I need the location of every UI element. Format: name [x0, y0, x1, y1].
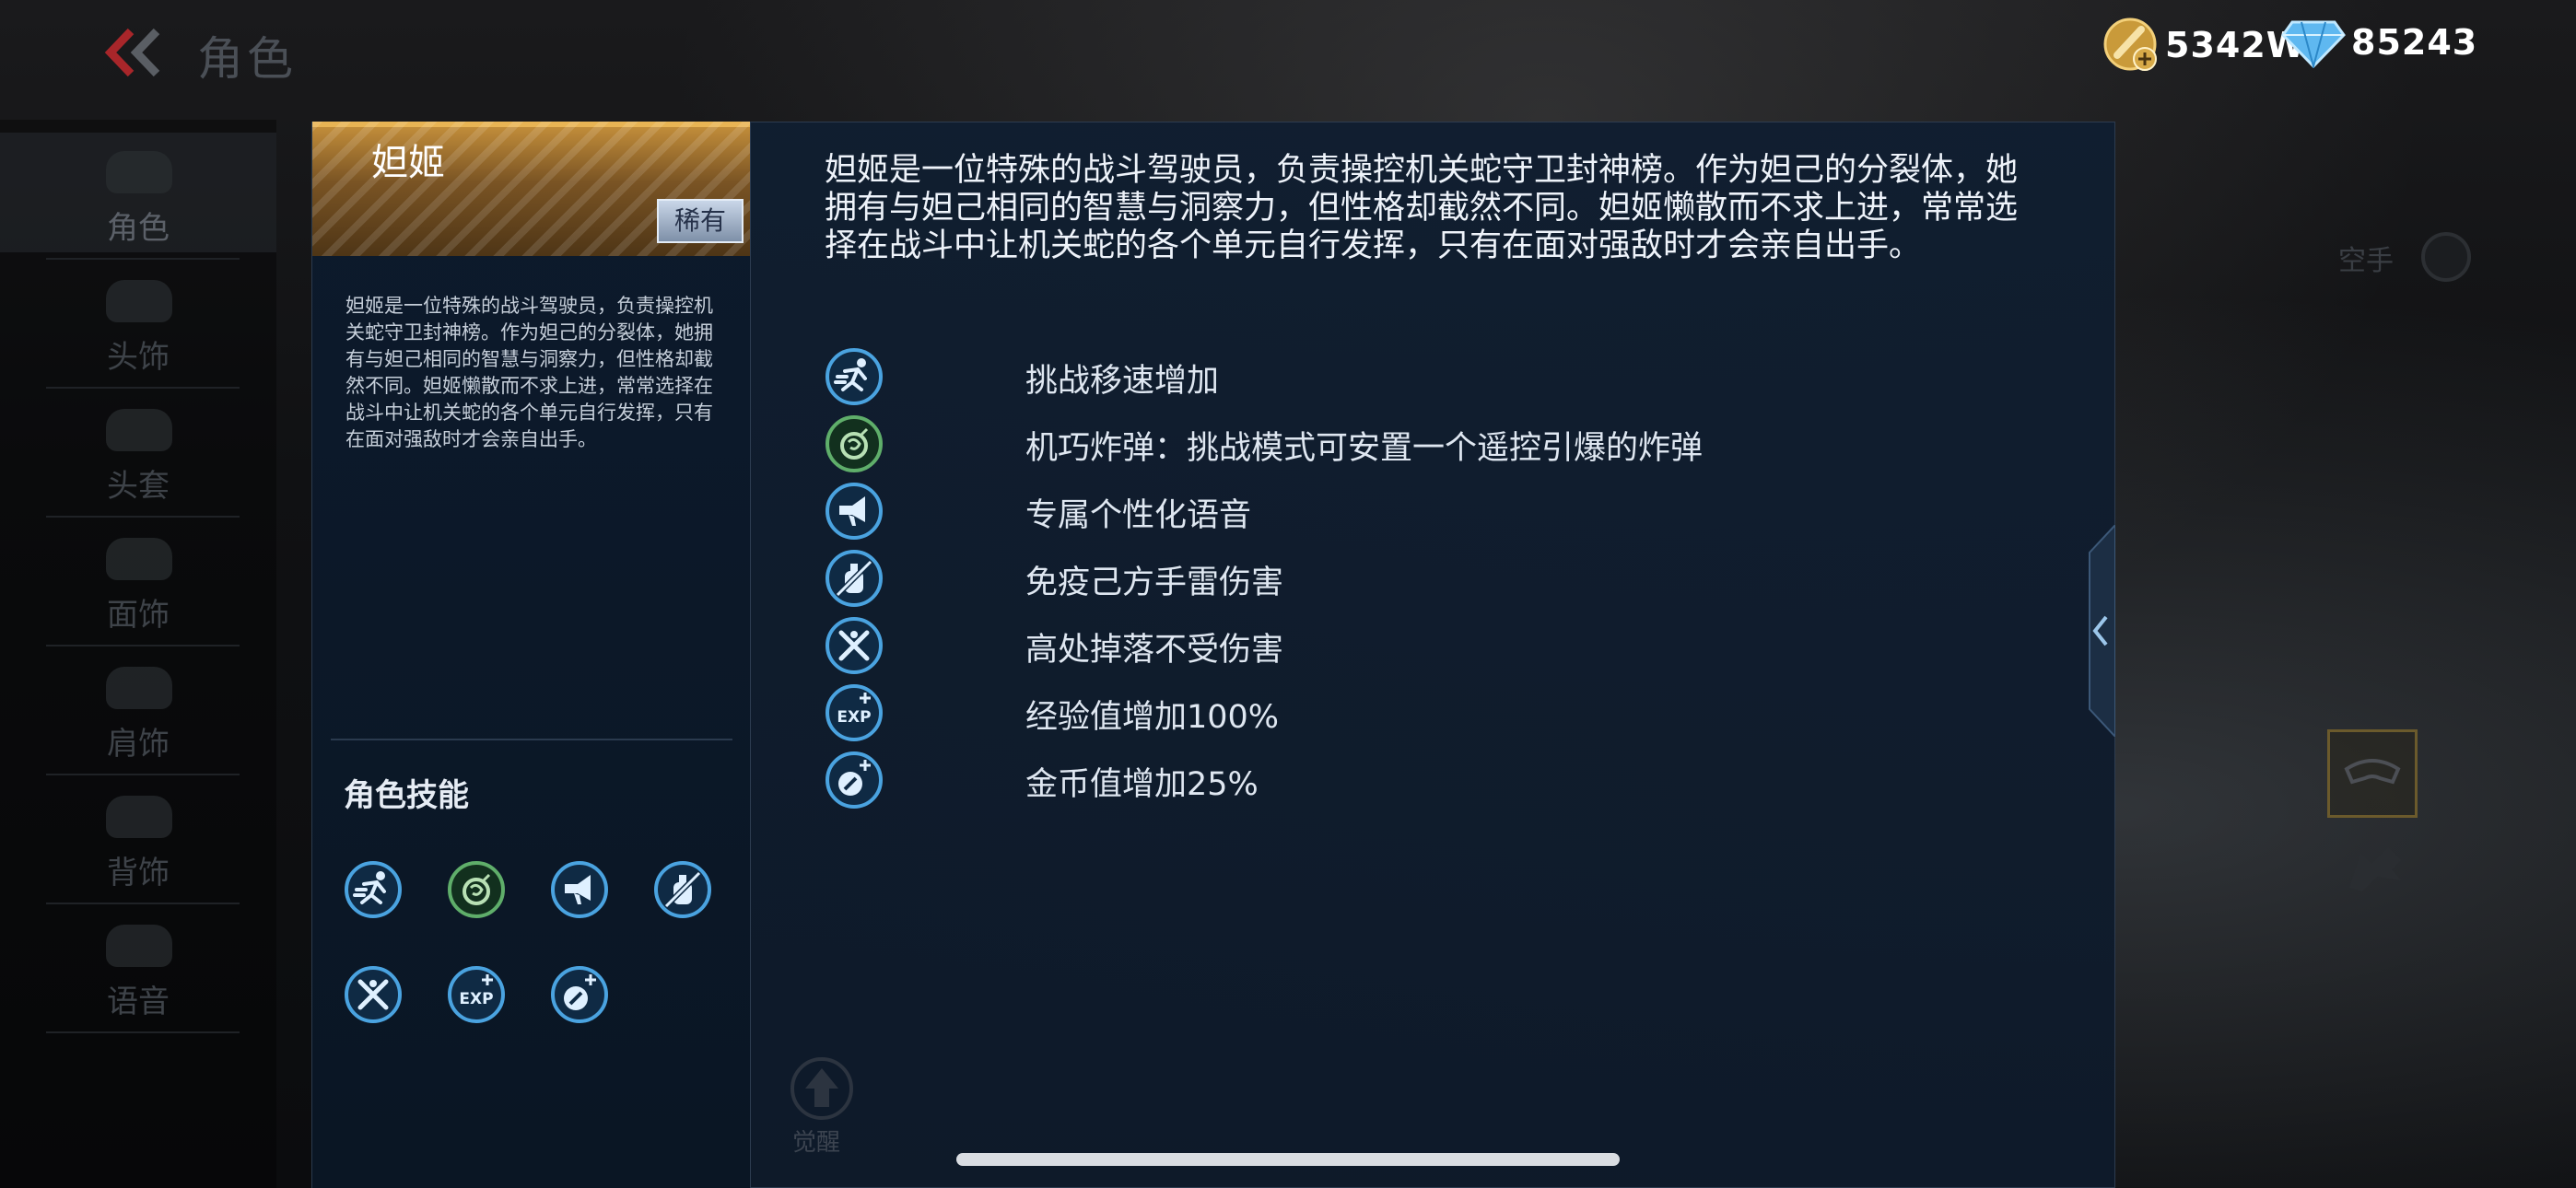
diamond-currency[interactable]: 85243	[2281, 17, 2477, 68]
skill-text: 高处掉落不受伤害	[1025, 632, 1284, 669]
sidebar-item-shoulder[interactable]: 肩饰	[0, 648, 276, 768]
skill-text: 专属个性化语音	[1025, 497, 1252, 534]
divider	[46, 387, 240, 389]
card-header: 妲姬 稀有	[312, 122, 751, 256]
divider	[46, 903, 240, 904]
sidebar-item-headwear[interactable]: 头饰	[0, 262, 276, 381]
detail-panel: 妲姬是一位特殊的战斗驾驶员，负责操控机关蛇守卫封神榜。作为妲己的分裂体，她拥有与…	[750, 122, 2115, 1188]
skills-title: 角色技能	[344, 777, 469, 814]
collapse-panel-tab[interactable]	[2080, 525, 2115, 737]
sidebar-item-mask[interactable]: 面饰	[0, 519, 276, 639]
back-icon	[106, 796, 172, 838]
cat-head-icon	[106, 151, 172, 193]
awaken-label: 觉醒	[792, 1129, 841, 1157]
home-indicator-bar[interactable]	[956, 1153, 1620, 1166]
sidebar-item-headgear[interactable]: 头套	[0, 390, 276, 510]
diamond-amount: 85243	[2351, 22, 2478, 63]
svg-text:EXP: EXP	[459, 990, 493, 1008]
skill-row: EXP 经验值增加100%	[825, 680, 1930, 746]
shoulder-icon	[106, 667, 172, 709]
skill-text: 挑战移速增加	[1025, 363, 1220, 400]
svg-text:EXP: EXP	[837, 708, 871, 727]
skill-row: 免疫己方手雷伤害	[825, 545, 1930, 611]
goggles-icon	[2344, 759, 2401, 785]
skill-row: 机巧炸弹：挑战模式可安置一个遥控引爆的炸弹	[825, 411, 1930, 477]
divider	[46, 1031, 240, 1033]
grenade-immune-icon	[825, 550, 883, 607]
wolf-head-icon[interactable]	[2340, 833, 2410, 906]
detail-description: 妲姬是一位特殊的战斗驾驶员，负责操控机关蛇守卫封神榜。作为妲己的分裂体，她拥有与…	[825, 152, 2019, 264]
awaken-button[interactable]: 觉醒	[785, 1054, 859, 1157]
divider	[46, 774, 240, 775]
sidebar-item-label: 背饰	[107, 855, 170, 891]
divider	[46, 258, 240, 260]
character-name: 妲姬	[371, 142, 445, 184]
skill-row: 专属个性化语音	[825, 478, 1930, 544]
exp-plus-icon: EXP	[825, 684, 883, 741]
skill-text: 经验值增加100%	[1025, 699, 1280, 736]
back-button[interactable]	[103, 26, 168, 79]
headwear-icon	[106, 280, 172, 322]
gold-coin-icon	[2103, 17, 2157, 71]
running-man-icon	[825, 348, 883, 405]
bomb-icon[interactable]	[447, 860, 506, 919]
divider	[46, 645, 240, 646]
skill-text: 金币值增加25%	[1025, 766, 1259, 803]
headgear-icon	[106, 409, 172, 451]
fall-protect-icon	[825, 617, 883, 674]
divider	[46, 516, 240, 518]
divider	[331, 739, 732, 740]
diamond-icon	[2281, 20, 2346, 68]
toggle-knob	[2421, 232, 2471, 282]
coin-plus-icon[interactable]	[550, 965, 609, 1024]
sidebar-item-voice[interactable]: 语音	[0, 906, 276, 1026]
sidebar-item-label: 角色	[107, 210, 170, 247]
empty-hand-label: 空手	[2338, 245, 2394, 277]
coin-plus-icon	[825, 751, 883, 809]
skill-text: 免疫己方手雷伤害	[1025, 565, 1284, 601]
bomb-icon	[825, 415, 883, 472]
sidebar-item-label: 头饰	[107, 339, 170, 376]
skill-text: 机巧炸弹：挑战模式可安置一个遥控引爆的炸弹	[1025, 430, 1704, 467]
rarity-badge: 稀有	[657, 199, 744, 243]
skill-row: 金币值增加25%	[825, 747, 1930, 813]
gold-currency[interactable]: 5342W	[2102, 17, 2306, 74]
category-sidebar: 角色 头饰 头套 面饰 肩饰 背饰 语音	[0, 120, 276, 1188]
sidebar-item-label: 肩饰	[107, 726, 170, 763]
sidebar-item-character[interactable]: 角色	[0, 133, 276, 252]
empty-hand-toggle[interactable]: 空手	[2333, 225, 2471, 289]
skill-row: 挑战移速增加	[825, 344, 1930, 410]
sidebar-item-back[interactable]: 背饰	[0, 777, 276, 897]
sidebar-item-label: 语音	[107, 984, 170, 1020]
page-title: 角色	[197, 32, 297, 86]
fall-protect-icon[interactable]	[344, 965, 403, 1024]
character-description: 妲姬是一位特殊的战斗驾驶员，负责操控机关蛇守卫封神榜。作为妲己的分裂体，她拥有与…	[345, 295, 713, 450]
megaphone-icon	[825, 483, 883, 540]
running-man-icon[interactable]	[344, 860, 403, 919]
goggles-button[interactable]	[2327, 729, 2418, 818]
megaphone-icon[interactable]	[550, 860, 609, 919]
exp-plus-icon[interactable]: EXP	[447, 965, 506, 1024]
mask-icon	[106, 538, 172, 580]
sidebar-item-label: 面饰	[107, 597, 170, 634]
sidebar-item-label: 头套	[107, 468, 170, 505]
character-card: 妲姬 稀有 妲姬是一位特殊的战斗驾驶员，负责操控机关蛇守卫封神榜。作为妲己的分裂…	[311, 122, 751, 1188]
skill-row: 高处掉落不受伤害	[825, 612, 1930, 679]
double-chevron-left-icon	[104, 28, 160, 77]
grenade-immune-icon[interactable]	[653, 860, 712, 919]
up-arrow-icon	[790, 1057, 853, 1120]
voice-icon	[106, 925, 172, 967]
